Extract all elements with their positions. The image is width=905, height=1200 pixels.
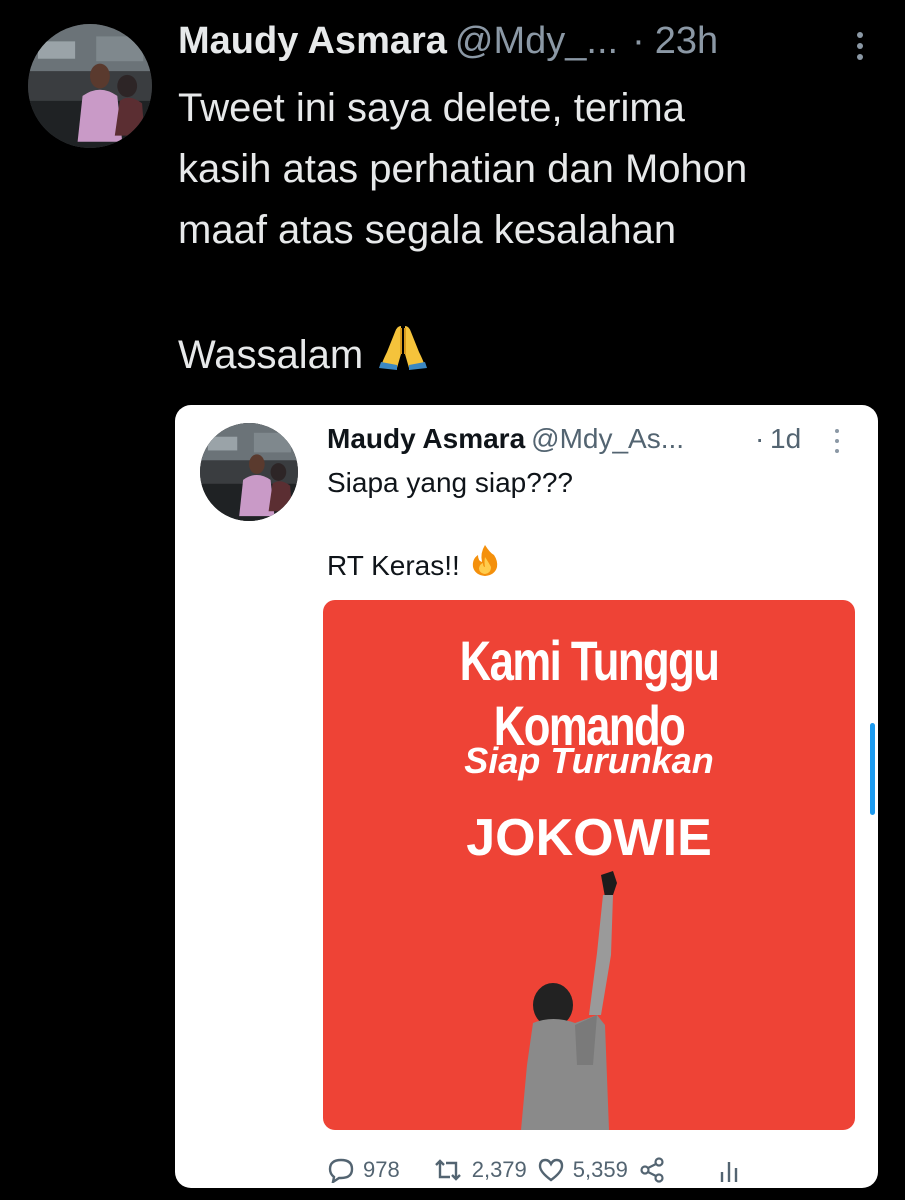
poster-main-text: JOKOWIE: [466, 809, 712, 867]
folded-hands-emoji: [377, 322, 429, 388]
author-name[interactable]: Maudy Asmara: [178, 18, 447, 64]
signoff-text: Wassalam: [178, 332, 364, 377]
quoted-author-name[interactable]: Maudy Asmara: [327, 421, 525, 457]
quoted-text-rt: RT Keras!!: [327, 549, 460, 581]
tweet-text-line: kasih atas perhatian dan Mohon: [178, 147, 748, 191]
quoted-author-avatar[interactable]: [200, 423, 298, 521]
tweet-signoff: Wassalam: [178, 322, 878, 388]
fire-emoji: [470, 543, 500, 588]
separator-dot: ·: [755, 423, 765, 454]
like-count: 5,359: [572, 1157, 628, 1182]
quoted-tweet-card[interactable]: Maudy Asmara @Mdy_As... · 1d Siapa yang …: [175, 405, 878, 1188]
quoted-tweet-header: Maudy Asmara @Mdy_As...: [327, 421, 684, 457]
tweet-text-line: Tweet ini saya delete, terima: [178, 86, 685, 130]
quoted-tweet-timestamp[interactable]: 1d: [770, 421, 801, 457]
quoted-text-line: RT Keras!!: [327, 543, 847, 588]
reply-icon: [328, 1158, 354, 1183]
retweet-button[interactable]: 2,379: [432, 1157, 527, 1183]
share-button[interactable]: [638, 1157, 666, 1183]
more-vertical-icon[interactable]: [832, 429, 842, 453]
analytics-button[interactable]: [716, 1156, 742, 1184]
author-avatar[interactable]: [28, 24, 152, 148]
retweet-count: 2,379: [471, 1157, 527, 1182]
tweet-text: Tweet ini saya delete, terima kasih atas…: [178, 78, 878, 388]
like-button[interactable]: 5,359: [537, 1157, 628, 1183]
poster-title: Kami Tunggu Komando: [459, 629, 720, 757]
retweet-icon: [434, 1159, 461, 1181]
share-icon: [640, 1157, 664, 1183]
author-handle[interactable]: @Mdy_...: [455, 18, 618, 64]
reply-button[interactable]: 978: [327, 1157, 400, 1183]
tweet-actions-bar: 978 2,379 5,359: [327, 1153, 867, 1187]
tweet-timestamp[interactable]: 23h: [655, 18, 718, 64]
reply-count: 978: [363, 1157, 400, 1182]
scrollbar[interactable]: [870, 723, 875, 815]
tweet-text-line: maaf atas segala kesalahan: [178, 208, 677, 252]
quoted-tweet-text: Siapa yang siap??? RT Keras!!: [327, 463, 847, 588]
analytics-icon: [720, 1162, 738, 1182]
quoted-media-image[interactable]: Kami Tunggu Komando Siap Turunkan JOKOWI…: [323, 600, 855, 1130]
quoted-author-handle[interactable]: @Mdy_As...: [531, 421, 684, 457]
more-vertical-icon[interactable]: [848, 26, 872, 66]
raised-fist-figure: [521, 871, 617, 1130]
quoted-text-line: Siapa yang siap???: [327, 467, 573, 498]
poster-subtitle: Siap Turunkan: [464, 740, 714, 781]
tweet-header: Maudy Asmara @Mdy_... · 23h: [178, 18, 718, 64]
heart-icon: [538, 1158, 563, 1182]
separator-dot: ·: [632, 20, 645, 62]
